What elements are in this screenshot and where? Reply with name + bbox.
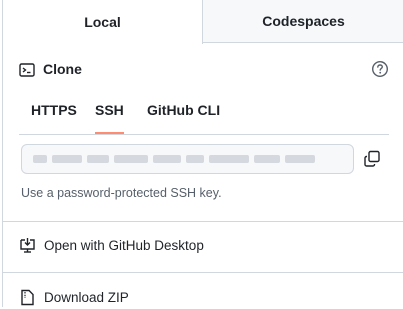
tab-local[interactable]: Local	[3, 0, 203, 44]
clone-title: Clone	[43, 61, 82, 77]
ssh-hint-text: Use a password-protected SSH key.	[21, 186, 222, 200]
open-with-desktop-label: Open with GitHub Desktop	[44, 238, 204, 253]
tab-codespaces[interactable]: Codespaces	[203, 0, 403, 43]
question-circle-icon[interactable]	[371, 60, 389, 78]
desktop-download-icon	[20, 238, 35, 253]
copy-icon[interactable]	[363, 150, 381, 168]
download-zip-button[interactable]: Download ZIP	[19, 287, 379, 309]
protocol-tabs: HTTPS SSH GitHub CLI	[19, 96, 389, 135]
tab-ssh[interactable]: SSH	[95, 102, 124, 134]
top-tabs: Local Codespaces	[3, 0, 403, 44]
clone-panel: Local Codespaces Clone HTTPS SSH GitHub …	[2, 0, 403, 307]
clone-header: Clone	[19, 60, 389, 80]
open-with-desktop-button[interactable]: Open with GitHub Desktop	[19, 235, 379, 257]
blurred-url-text	[33, 150, 343, 168]
download-zip-label: Download ZIP	[44, 290, 129, 305]
tab-https[interactable]: HTTPS	[29, 102, 79, 134]
terminal-icon	[19, 63, 35, 77]
divider	[3, 272, 403, 273]
file-zip-icon	[21, 289, 34, 306]
tab-github-cli[interactable]: GitHub CLI	[145, 102, 222, 134]
divider	[3, 221, 403, 222]
